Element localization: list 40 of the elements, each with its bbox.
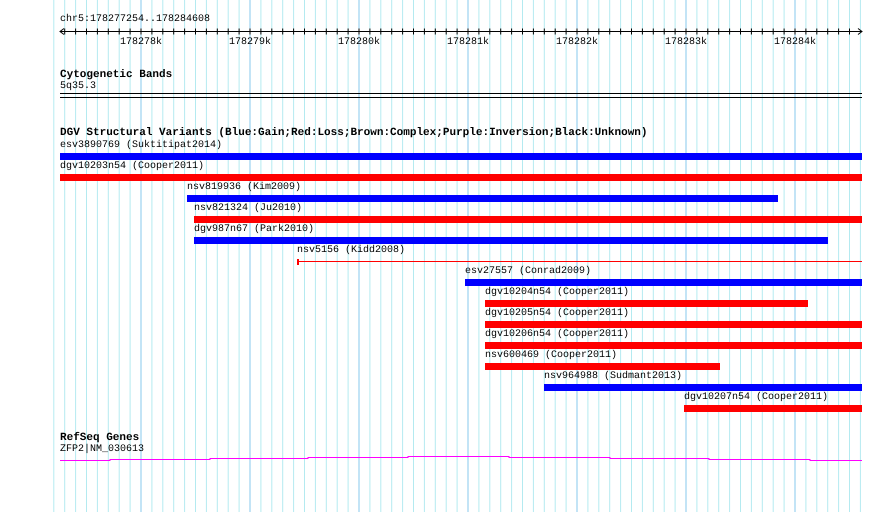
location-label: chr5:178277254..178284608 <box>60 14 212 26</box>
variant-bar[interactable] <box>60 174 862 181</box>
variant-bar[interactable] <box>194 216 862 223</box>
feature-label[interactable]: dgv10205n54 (Cooper2011) <box>485 308 630 319</box>
feature-label[interactable]: dgv10203n54 (Cooper2011) <box>60 161 204 172</box>
variant-bar[interactable] <box>187 195 778 202</box>
feature-label[interactable]: dgv10206n54 (Cooper2011) <box>485 329 630 340</box>
variant-bar[interactable] <box>684 405 862 412</box>
tick-label: 178282k <box>556 37 598 48</box>
variant-bar[interactable] <box>60 153 862 160</box>
feature-label[interactable]: dgv10207n54 (Cooper2011) <box>684 392 828 403</box>
variant-bar[interactable] <box>544 384 862 391</box>
band-label: 5q35.3 <box>60 81 96 92</box>
feature-label[interactable]: dgv10204n54 (Cooper2011) <box>485 287 630 298</box>
feature-label[interactable]: nsv819936 (Kim2009) <box>187 182 302 193</box>
variant-bar[interactable] <box>485 300 808 307</box>
variant-bar[interactable] <box>465 279 862 286</box>
feature-label[interactable]: nsv821324 (Ju2010) <box>194 203 302 214</box>
gene-label[interactable]: ZFP2|NM_030613 <box>60 444 144 455</box>
feature-label[interactable]: esv3890769 (Suktitipat2014) <box>60 140 222 151</box>
feature-label[interactable]: nsv964988 (Sudmant2013) <box>544 371 682 382</box>
variant-bar[interactable] <box>194 237 828 244</box>
feature-label[interactable]: esv27557 (Conrad2009) <box>465 266 592 277</box>
gene-model-line[interactable] <box>60 456 862 462</box>
tick-label: 178281k <box>447 37 489 48</box>
feature-label[interactable]: nsv600469 (Cooper2011) <box>485 350 618 361</box>
tick-label: 178284k <box>774 37 816 48</box>
feature-label[interactable]: dgv987n67 (Park2010) <box>194 224 314 235</box>
tick-label: 178278k <box>120 37 162 48</box>
track-title: RefSeq Genes <box>60 432 140 444</box>
tick-label: 178280k <box>338 37 380 48</box>
tick-label: 178283k <box>665 37 707 48</box>
variant-bar[interactable] <box>485 342 862 349</box>
tick-label: 178279k <box>229 37 271 48</box>
variant-bar[interactable] <box>485 363 720 370</box>
variant-line[interactable] <box>297 259 862 265</box>
variant-bar[interactable] <box>485 321 862 328</box>
track-title: Cytogenetic Bands <box>60 69 174 81</box>
track-title: DGV Structural Variants (Blue:Gain;Red:Loss;Brown:Complex;Purple:Inversion;Black:Unknown) <box>60 127 648 139</box>
feature-label[interactable]: nsv5156 (Kidd2008) <box>297 245 406 256</box>
